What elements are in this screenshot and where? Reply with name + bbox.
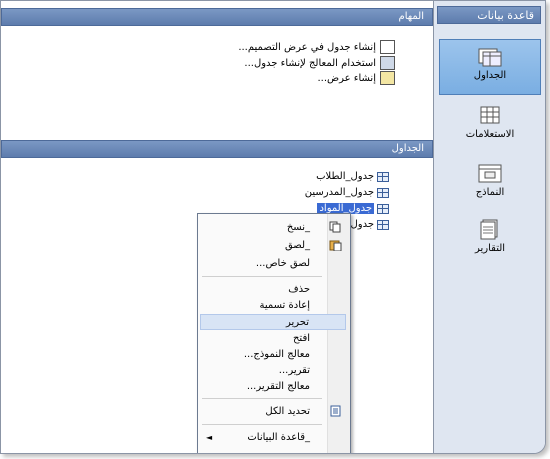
tasks-pane-header: المهام <box>1 8 433 26</box>
menu-item-paste[interactable]: _لصق <box>200 238 346 254</box>
tables-pane-header: الجداول <box>1 140 433 158</box>
database-window: قاعدة بيانات الجداول الاستعلامات النماذج… <box>0 0 546 454</box>
submenu-arrow-icon: ◄ <box>206 433 213 442</box>
side-item-label: التقارير <box>474 243 506 254</box>
menu-item-label: تحرير <box>285 317 309 328</box>
menu-item-label: معالج التقرير... <box>246 381 310 392</box>
menu-item-label: معالج النموذج... <box>243 349 310 360</box>
menu-item-label: إعادة تسمية <box>259 300 310 311</box>
menu-item-delete[interactable]: حذف <box>200 282 346 298</box>
context-menu: _نسخ _لصق لصق خاص... حذف إعادة تسمية تحر… <box>197 213 351 453</box>
paste-icon <box>329 239 342 252</box>
side-item-queries[interactable]: الاستعلامات <box>439 105 541 145</box>
menu-item-label: لصق خاص... <box>255 258 310 269</box>
task-label: استخدام المعالج لإنشاء جدول... <box>244 57 376 69</box>
menu-item-open[interactable]: افتح <box>200 331 346 347</box>
design-view-icon <box>380 40 395 54</box>
side-item-forms[interactable]: النماذج <box>439 163 541 203</box>
table-item[interactable]: جدول_الطلاب <box>316 171 389 182</box>
table-icon <box>377 171 389 182</box>
task-create-view[interactable]: إنشاء عرض... <box>317 71 395 85</box>
menu-separator <box>202 276 322 277</box>
reports-icon <box>477 219 503 241</box>
menu-item-edit[interactable]: تحرير <box>200 314 346 330</box>
database-side-panel: قاعدة بيانات الجداول الاستعلامات النماذج… <box>433 1 545 453</box>
menu-item-report-wizard[interactable]: معالج التقرير... <box>200 379 346 395</box>
menu-separator <box>202 424 322 425</box>
create-view-icon <box>380 71 395 85</box>
menu-item-select-all[interactable]: تحديد الكل <box>200 404 346 420</box>
side-item-label: النماذج <box>475 187 505 198</box>
table-item[interactable]: جدول_المدرسين <box>305 187 389 198</box>
side-item-label: الاستعلامات <box>465 129 515 140</box>
table-label: جدول_الطلاب <box>316 171 374 182</box>
menu-item-label: حذف <box>288 284 310 295</box>
side-item-tables[interactable]: الجداول <box>439 39 541 95</box>
table-item[interactable]: جدول_ <box>345 219 389 230</box>
select-all-icon <box>329 405 342 417</box>
tables-icon <box>477 46 503 68</box>
task-label: إنشاء جدول في عرض التصميم... <box>238 41 376 53</box>
menu-item-copy[interactable]: _نسخ <box>200 220 346 236</box>
menu-item-label: _نسخ <box>286 222 310 233</box>
table-icon <box>377 219 389 230</box>
copy-icon <box>329 221 342 233</box>
wizard-icon <box>380 56 395 70</box>
side-item-reports[interactable]: التقارير <box>439 219 541 259</box>
menu-item-rename[interactable]: إعادة تسمية <box>200 298 346 314</box>
table-icon <box>377 203 389 214</box>
menu-item-paste-special[interactable]: لصق خاص... <box>200 256 346 272</box>
side-panel-title: قاعدة بيانات <box>437 6 541 24</box>
menu-item-database-submenu[interactable]: _قاعدة البيانات ◄ <box>200 430 346 446</box>
queries-icon <box>477 105 503 127</box>
menu-item-label: _قاعدة البيانات <box>247 432 310 443</box>
task-label: إنشاء عرض... <box>317 72 376 84</box>
table-icon <box>377 187 389 198</box>
menu-item-label: تقرير... <box>278 365 310 376</box>
table-label: جدول_المدرسين <box>304 187 374 198</box>
menu-item-label: تحديد الكل <box>265 406 310 417</box>
task-create-design-view[interactable]: إنشاء جدول في عرض التصميم... <box>238 40 395 54</box>
menu-separator <box>202 398 322 399</box>
menu-item-label: افتح <box>292 333 310 344</box>
task-use-wizard[interactable]: استخدام المعالج لإنشاء جدول... <box>244 56 395 70</box>
menu-item-report[interactable]: تقرير... <box>200 363 346 379</box>
side-item-label: الجداول <box>473 70 507 81</box>
forms-icon <box>477 163 503 185</box>
menu-item-label: _لصق <box>284 240 310 251</box>
menu-item-form-wizard[interactable]: معالج النموذج... <box>200 347 346 363</box>
